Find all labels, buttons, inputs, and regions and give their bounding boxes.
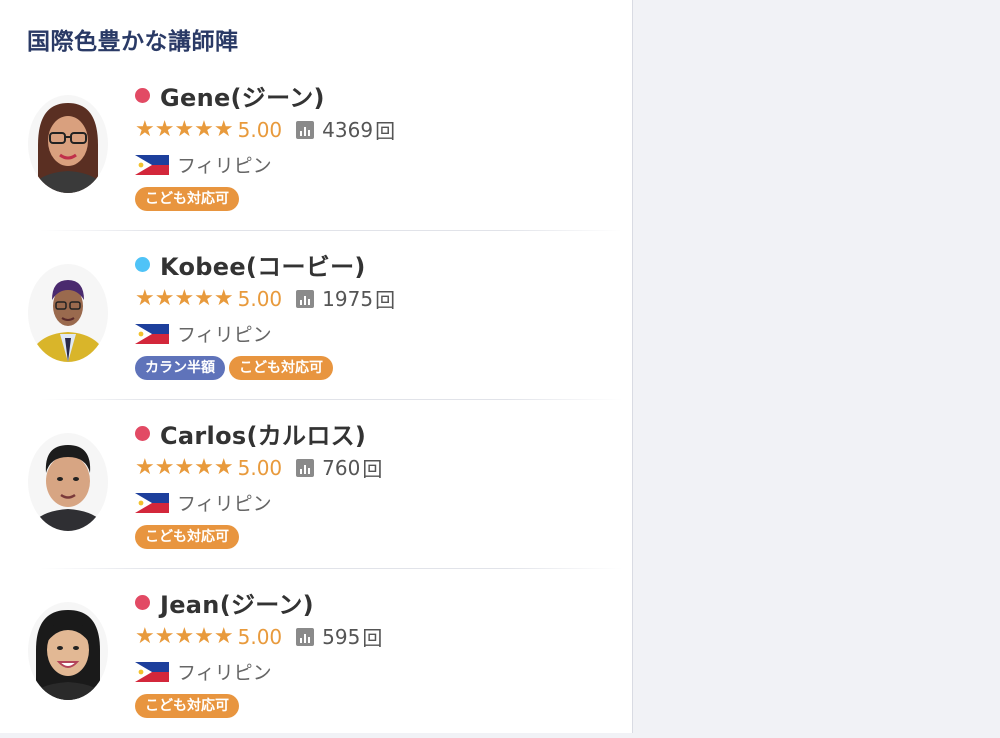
bar-chart-icon — [296, 120, 315, 139]
section-title: 国際色豊かな講師陣 — [27, 29, 239, 55]
right-empty-pane — [633, 0, 1000, 733]
teacher-country: フィリピン — [177, 324, 272, 346]
bar-chart-icon — [296, 289, 315, 308]
rating-score: 5.00 — [237, 117, 283, 142]
lesson-count: 1975 — [322, 286, 374, 311]
rating-stars: ★★★★★ — [135, 454, 234, 480]
rating-stars: ★★★★★ — [135, 116, 234, 142]
teacher-avatar[interactable] — [28, 264, 108, 362]
rating-stars: ★★★★★ — [135, 623, 234, 649]
bar-chart-icon — [296, 627, 315, 646]
teacher-card-kobee[interactable]: Kobee(コービー) ★★★★★ 5.00 1975 回 フィリピン カラン半… — [0, 231, 632, 400]
kids-ok-badge: こども対応可 — [229, 356, 333, 380]
rating-score: 5.00 — [237, 286, 283, 311]
status-dot — [135, 88, 150, 103]
lesson-count-unit: 回 — [362, 626, 383, 650]
callan-half-price-badge: カラン半額 — [135, 356, 225, 380]
status-dot — [135, 257, 150, 272]
rating-score: 5.00 — [237, 455, 283, 480]
kids-ok-badge: こども対応可 — [135, 694, 239, 718]
teacher-list-panel: 国際色豊かな講師陣 Gene(ジーン) ★★★★★ 5.00 4369 回 フィ… — [0, 0, 633, 733]
teacher-avatar[interactable] — [28, 602, 108, 700]
teacher-name[interactable]: Kobee(コービー) — [160, 247, 366, 282]
bar-chart-icon — [296, 458, 315, 477]
kids-ok-badge: こども対応可 — [135, 187, 239, 211]
teacher-country: フィリピン — [177, 155, 272, 177]
teacher-country: フィリピン — [177, 662, 272, 684]
kids-ok-badge: こども対応可 — [135, 525, 239, 549]
lesson-count-unit: 回 — [362, 457, 383, 481]
lesson-count: 595 — [322, 624, 361, 649]
status-dot — [135, 595, 150, 610]
teacher-card-carlos[interactable]: Carlos(カルロス) ★★★★★ 5.00 760 回 フィリピン こども対… — [0, 400, 632, 569]
teacher-avatar[interactable] — [28, 95, 108, 193]
status-dot — [135, 426, 150, 441]
rating-score: 5.00 — [237, 624, 283, 649]
philippines-flag-icon — [135, 154, 169, 175]
teacher-avatar[interactable] — [28, 433, 108, 531]
teacher-name[interactable]: Gene(ジーン) — [160, 78, 325, 113]
teacher-card-jean[interactable]: Jean(ジーン) ★★★★★ 5.00 595 回 フィリピン こども対応可 — [0, 569, 632, 738]
lesson-count-unit: 回 — [375, 119, 396, 143]
rating-stars: ★★★★★ — [135, 285, 234, 311]
philippines-flag-icon — [135, 323, 169, 344]
lesson-count-unit: 回 — [375, 288, 396, 312]
teacher-name[interactable]: Jean(ジーン) — [160, 585, 314, 620]
teacher-card-gene[interactable]: Gene(ジーン) ★★★★★ 5.00 4369 回 フィリピン こども対応可 — [0, 62, 632, 231]
teacher-name[interactable]: Carlos(カルロス) — [160, 416, 366, 451]
lesson-count: 4369 — [322, 117, 374, 142]
teacher-country: フィリピン — [177, 493, 272, 515]
philippines-flag-icon — [135, 661, 169, 682]
philippines-flag-icon — [135, 492, 169, 513]
lesson-count: 760 — [322, 455, 361, 480]
